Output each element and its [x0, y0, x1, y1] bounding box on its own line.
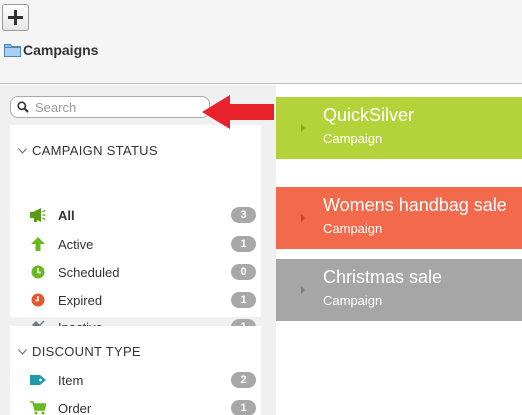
- campaign-subtitle: Campaign: [323, 221, 383, 236]
- campaign-subtitle: Campaign: [323, 293, 383, 308]
- cart-icon: [30, 400, 46, 415]
- expand-arrow-icon[interactable]: [301, 124, 305, 132]
- search-field[interactable]: [10, 96, 210, 118]
- search-input[interactable]: [35, 99, 195, 115]
- chevron-down-icon: [18, 348, 27, 355]
- campaign-status-panel: CAMPAIGN STATUS All 3 Active 1 Scheduled…: [10, 125, 261, 335]
- campaign-card-quicksilver[interactable]: QuickSilver Campaign: [276, 97, 522, 159]
- status-filter-scheduled-count: 0: [231, 264, 256, 280]
- discount-type-header[interactable]: DISCOUNT TYPE: [18, 344, 141, 359]
- clock-icon: [30, 264, 46, 280]
- tag-icon: [30, 372, 46, 388]
- filter-sidebar: CAMPAIGN STATUS All 3: [0, 85, 276, 415]
- status-filter-scheduled[interactable]: Scheduled 0: [30, 262, 256, 282]
- campaign-card-christmas-sale[interactable]: Christmas sale Campaign: [276, 259, 522, 321]
- status-filter-expired-count: 1: [231, 292, 256, 308]
- arrow-up-icon: [30, 236, 46, 252]
- discount-filter-item-label: Item: [58, 372, 84, 388]
- add-campaign-button[interactable]: [2, 4, 29, 31]
- status-filter-expired[interactable]: Expired 1: [30, 290, 256, 310]
- expired-clock-icon: [30, 292, 46, 308]
- discount-filter-item[interactable]: Item 2: [30, 370, 256, 390]
- status-filter-all-count: 3: [231, 207, 256, 223]
- campaign-title: QuickSilver: [323, 105, 415, 125]
- plus-icon: [8, 10, 23, 25]
- discount-type-title: DISCOUNT TYPE: [32, 344, 141, 359]
- campaign-status-header[interactable]: CAMPAIGN STATUS: [18, 143, 158, 158]
- discount-type-panel: DISCOUNT TYPE Item 2 Order 1: [10, 326, 261, 415]
- chevron-down-icon: [18, 147, 27, 154]
- search-icon: [17, 101, 29, 113]
- campaign-card-womens-handbag-sale[interactable]: Womens handbag sale Campaign: [276, 187, 522, 249]
- campaign-subtitle: Campaign: [323, 131, 383, 146]
- discount-filter-order-count: 1: [231, 400, 256, 415]
- status-filter-expired-label: Expired: [58, 292, 103, 308]
- expand-arrow-icon[interactable]: [301, 286, 305, 294]
- breadcrumb[interactable]: Campaigns: [4, 42, 98, 58]
- megaphone-icon: [30, 207, 46, 223]
- discount-filter-item-count: 2: [231, 372, 256, 388]
- discount-filter-order[interactable]: Order 1: [30, 398, 256, 415]
- campaign-title: Christmas sale: [323, 267, 443, 287]
- status-filter-active-count: 1: [231, 236, 256, 252]
- red-arrow-annotation: [202, 95, 274, 129]
- status-filter-all-label: All: [58, 207, 75, 223]
- expand-arrow-icon[interactable]: [301, 214, 305, 222]
- breadcrumb-label: Campaigns: [23, 42, 99, 58]
- discount-filter-order-label: Order: [58, 400, 92, 415]
- status-filter-scheduled-label: Scheduled: [58, 264, 120, 280]
- folder-icon: [4, 44, 21, 57]
- campaign-title: Womens handbag sale: [323, 195, 507, 215]
- status-filter-active[interactable]: Active 1: [30, 234, 256, 254]
- status-filter-active-label: Active: [58, 236, 94, 252]
- campaign-status-title: CAMPAIGN STATUS: [32, 143, 158, 158]
- top-toolbar: Campaigns: [0, 0, 522, 84]
- status-filter-all[interactable]: All 3: [30, 205, 256, 225]
